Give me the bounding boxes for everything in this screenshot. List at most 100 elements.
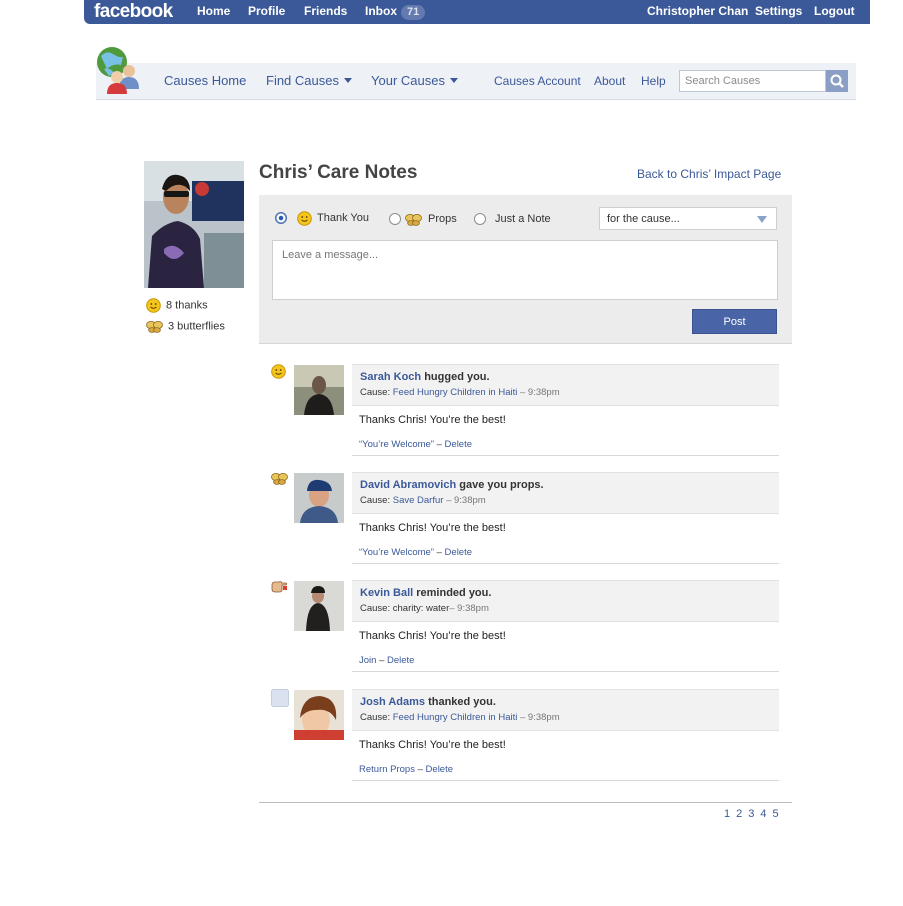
note-actions: “You’re Welcome” – Delete (359, 547, 472, 558)
page-link-3[interactable]: 3 (748, 808, 754, 820)
user-name-link[interactable]: Christopher Chan (647, 0, 748, 24)
post-button[interactable]: Post (692, 309, 777, 334)
avatar[interactable] (294, 473, 344, 523)
note-author-link[interactable]: Kevin Ball (360, 587, 413, 599)
search-causes-input[interactable] (679, 70, 826, 92)
return-props-link[interactable]: Return Props (359, 764, 415, 775)
note-cause-line: Cause: Feed Hungry Children in Haiti – 9… (360, 712, 560, 723)
nav-home-link[interactable]: Home (197, 0, 230, 24)
butterfly-icon (146, 321, 163, 333)
search-button[interactable] (826, 70, 848, 92)
delete-link[interactable]: Delete (426, 764, 453, 775)
butterflies-count-label: 3 butterflies (168, 320, 225, 333)
nav-inbox-link[interactable]: Inbox 71 (365, 0, 426, 24)
chevron-down-icon (757, 216, 767, 223)
butterfly-icon (271, 473, 288, 485)
join-link[interactable]: Join (359, 655, 376, 666)
avatar[interactable] (294, 365, 344, 415)
note-action-text: reminded you. (416, 587, 492, 599)
note-header: Josh Adams thanked you. Cause: Feed Hung… (352, 689, 779, 731)
action-separator: – (376, 655, 387, 666)
settings-link[interactable]: Settings (755, 0, 802, 24)
note-cause-line: Cause: Feed Hungry Children in Haiti – 9… (360, 387, 560, 398)
just-a-note-label[interactable]: Just a Note (495, 213, 551, 225)
avatar[interactable] (294, 690, 344, 740)
pointing-hand-icon (271, 581, 288, 593)
inbox-label: Inbox (365, 4, 397, 18)
cause-name[interactable]: charity: water (393, 603, 450, 614)
avatar[interactable] (294, 581, 344, 631)
cause-link[interactable]: Save Darfur (393, 495, 444, 506)
cause-label: Cause: (360, 387, 391, 398)
note-cause-line: Cause: charity: water– 9:38pm (360, 603, 489, 614)
note-message: Thanks Chris! You’re the best! (359, 414, 506, 426)
note-author-line: Kevin Ball reminded you. (360, 587, 491, 599)
smiley-icon (271, 364, 286, 379)
action-separator: – (433, 439, 445, 450)
back-to-impact-page-link[interactable]: Back to Chris’ Impact Page (637, 167, 781, 181)
action-separator: – (433, 547, 445, 558)
page-link-1[interactable]: 1 (724, 808, 730, 820)
cause-link[interactable]: Feed Hungry Children in Haiti (393, 712, 518, 723)
chevron-down-icon (343, 78, 352, 83)
note-actions: Return Props – Delete (359, 764, 453, 775)
your-causes-label: Your Causes (371, 73, 445, 88)
cause-link[interactable]: Feed Hungry Children in Haiti (393, 387, 518, 398)
note-author-link[interactable]: David Abramovich (360, 479, 456, 491)
page-link-5[interactable]: 5 (773, 808, 779, 820)
thank-you-label[interactable]: Thank You (317, 212, 369, 224)
nav-profile-link[interactable]: Profile (248, 0, 285, 24)
inbox-count-badge: 71 (401, 5, 426, 20)
find-causes-menu[interactable]: Find Causes (266, 63, 352, 99)
help-link[interactable]: Help (641, 63, 666, 99)
cause-select-dropdown[interactable]: for the cause... (599, 207, 777, 230)
about-link[interactable]: About (594, 63, 625, 99)
your-causes-menu[interactable]: Your Causes (371, 63, 458, 99)
note-message: Thanks Chris! You’re the best! (359, 739, 506, 751)
note-action-text: gave you props. (459, 479, 544, 491)
page-link-2[interactable]: 2 (736, 808, 742, 820)
find-causes-label: Find Causes (266, 73, 339, 88)
note-header: Kevin Ball reminded you. Cause: charity:… (352, 580, 779, 622)
delete-link[interactable]: Delete (387, 655, 414, 666)
note-author-line: Josh Adams thanked you. (360, 696, 496, 708)
butterfly-icon (405, 214, 422, 226)
note-cause-line: Cause: Save Darfur – 9:38pm (360, 495, 486, 506)
note-timestamp: – 9:38pm (517, 712, 560, 723)
cause-label: Cause: (360, 712, 391, 723)
cause-label: Cause: (360, 603, 391, 614)
props-label[interactable]: Props (428, 213, 457, 225)
props-radio[interactable] (389, 213, 401, 225)
causes-account-link[interactable]: Causes Account (494, 63, 581, 99)
nav-friends-link[interactable]: Friends (304, 0, 347, 24)
note-action-text: thanked you. (428, 696, 496, 708)
youre-welcome-link[interactable]: “You’re Welcome” (359, 547, 434, 558)
page-link-4[interactable]: 4 (760, 808, 766, 820)
note-divider (352, 671, 779, 672)
note-author-line: David Abramovich gave you props. (360, 479, 544, 491)
facebook-top-bar: facebook Home Profile Friends Inbox 71 Ch… (84, 0, 874, 24)
blank-square-icon (271, 689, 289, 707)
logout-link[interactable]: Logout (814, 0, 855, 24)
search-icon (830, 74, 844, 88)
cause-select-value: for the cause... (607, 213, 680, 225)
note-divider (352, 780, 779, 781)
delete-link[interactable]: Delete (445, 439, 472, 450)
thank-you-radio[interactable] (275, 212, 287, 224)
message-input[interactable] (272, 240, 778, 300)
note-header: Sarah Koch hugged you. Cause: Feed Hungr… (352, 364, 779, 406)
delete-link[interactable]: Delete (445, 547, 472, 558)
note-author-line: Sarah Koch hugged you. (360, 371, 490, 383)
just-a-note-radio[interactable] (474, 213, 486, 225)
profile-photo[interactable] (144, 161, 244, 288)
note-author-link[interactable]: Sarah Koch (360, 371, 421, 383)
facebook-logo[interactable]: facebook (94, 0, 173, 24)
youre-welcome-link[interactable]: “You’re Welcome” (359, 439, 434, 450)
note-actions: Join – Delete (359, 655, 414, 666)
pagination: 12345 (724, 808, 785, 820)
causes-logo-icon[interactable] (95, 45, 147, 95)
causes-home-link[interactable]: Causes Home (164, 63, 246, 99)
note-author-link[interactable]: Josh Adams (360, 696, 425, 708)
smiley-icon (146, 298, 161, 313)
note-header: David Abramovich gave you props. Cause: … (352, 472, 779, 514)
